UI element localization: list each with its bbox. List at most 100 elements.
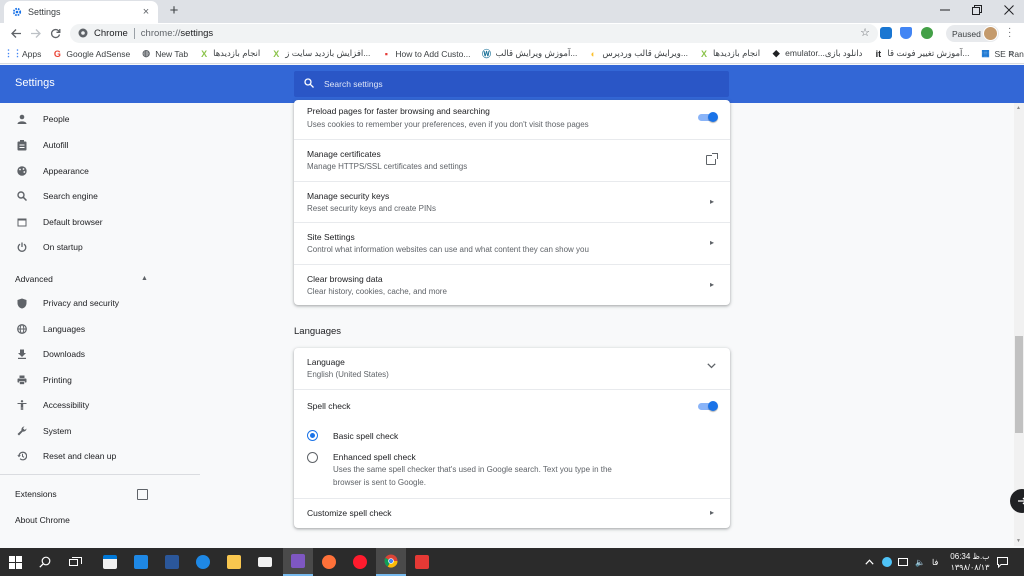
app-p-icon[interactable] — [407, 548, 437, 576]
chrome-taskbar-icon[interactable] — [376, 548, 406, 576]
network-icon[interactable] — [898, 548, 908, 576]
shield-extension-icon[interactable] — [900, 27, 912, 39]
reload-icon[interactable] — [47, 25, 63, 41]
enhanced-description-line2: browser is sent to Google. — [333, 478, 426, 487]
bookmark-item[interactable]: ◆ emulator...دانلود بازی — [771, 48, 863, 59]
back-arrow-icon[interactable] — [8, 25, 24, 41]
new-tab-button[interactable]: + — [165, 2, 183, 20]
language-row[interactable]: Language English (United States) — [294, 348, 730, 389]
preload-pages-row[interactable]: Preload pages for faster browsing and se… — [294, 100, 730, 139]
scroll-up-arrow-icon[interactable]: ▲ — [1016, 105, 1021, 111]
bookmark-item[interactable]: ▪ How to Add Custo... — [381, 49, 471, 59]
open-in-new-icon[interactable] — [137, 489, 148, 500]
bookmark-item[interactable]: G Google AdSense — [52, 49, 130, 59]
more-menu-icon[interactable]: · · · — [1008, 24, 1011, 42]
sidebar-item-languages[interactable]: Languages — [16, 321, 85, 337]
taskbar-search-icon[interactable] — [30, 548, 60, 576]
task-view-icon[interactable] — [60, 548, 90, 576]
bookmark-item[interactable]: ◐ ویرایش قالب وردپرس... — [588, 48, 688, 59]
clear-browsing-data-row[interactable]: Clear browsing data Clear history, cooki… — [294, 264, 730, 305]
chevron-up-icon[interactable]: ▲ — [141, 275, 148, 282]
bookmark-item[interactable]: ▦SE Ranking — [981, 48, 1024, 59]
sidebar-item-search-engine[interactable]: Search engine — [16, 188, 98, 204]
scroll-down-arrow-icon[interactable]: ▼ — [1016, 538, 1021, 544]
manage-security-keys-row[interactable]: Manage security keys Reset security keys… — [294, 181, 730, 222]
firefox-icon[interactable] — [314, 548, 344, 576]
forward-arrow-icon[interactable] — [27, 25, 43, 41]
bookmark-label: افزایش بازدید سایت ز... — [285, 48, 371, 58]
close-icon[interactable]: × — [140, 6, 152, 18]
close-window-button[interactable] — [994, 0, 1024, 20]
address-bar[interactable]: Chrome chrome://settings ☆ — [70, 24, 878, 43]
profile-paused-button[interactable]: Paused — [946, 25, 999, 42]
sidebar-item-default-browser[interactable]: Default browser — [16, 214, 103, 230]
store-icon[interactable] — [95, 548, 125, 576]
sidebar-item-autofill[interactable]: Autofill — [16, 137, 69, 153]
sidebar-item-people[interactable]: People — [16, 111, 69, 127]
minimize-button[interactable] — [930, 0, 960, 20]
open-in-new-icon[interactable] — [706, 153, 718, 165]
manage-certificates-row[interactable]: Manage certificates Manage HTTPS/SSL cer… — [294, 139, 730, 181]
sidebar-item-appearance[interactable]: Appearance — [16, 163, 89, 179]
sidebar-item-accessibility[interactable]: Accessibility — [16, 397, 89, 413]
spell-check-row[interactable]: Spell check — [294, 389, 730, 419]
visual-studio-icon[interactable] — [283, 548, 313, 576]
volume-icon[interactable]: 🔈 — [915, 548, 925, 576]
bookmark-item[interactable]: X انجام بازدیدها — [199, 48, 260, 59]
search-box[interactable] — [294, 71, 729, 97]
opera-icon[interactable] — [345, 548, 375, 576]
sidebar-item-about[interactable]: About Chrome — [15, 515, 70, 525]
advanced-section-toggle[interactable]: Advanced — [15, 274, 53, 284]
sidebar-item-downloads[interactable]: Downloads — [16, 346, 85, 362]
extension-icon-1[interactable] — [880, 27, 892, 39]
basic-spell-check-radio[interactable] — [307, 430, 318, 441]
page-scrollbar[interactable]: ▲ ▼ — [1014, 103, 1024, 546]
mail-icon[interactable] — [250, 548, 280, 576]
bookmark-label: آموزش تغییر فونت قا... — [887, 48, 970, 58]
bookmark-item[interactable]: Ⓦ آموزش ویرایش قالب... — [481, 48, 577, 59]
restore-button[interactable] — [962, 0, 992, 20]
edge-icon[interactable] — [188, 548, 218, 576]
sidebar-item-privacy[interactable]: Privacy and security — [16, 295, 119, 311]
search-input[interactable] — [324, 79, 704, 89]
tray-chevron-icon[interactable] — [865, 548, 874, 576]
preload-toggle[interactable] — [696, 112, 718, 122]
chevron-right-icon[interactable]: ▸ — [710, 508, 714, 517]
chevron-right-icon[interactable]: ▸ — [710, 238, 714, 247]
scroll-thumb[interactable] — [1015, 336, 1023, 433]
enhanced-spell-check-radio[interactable] — [307, 452, 318, 463]
chevron-down-icon[interactable] — [707, 362, 716, 371]
taskbar-clock[interactable]: 06:34 ب.ظ ۱۳۹۸/۰۸/۱۳ — [950, 551, 990, 573]
chevron-right-icon[interactable]: ▸ — [710, 197, 714, 206]
floating-action-button[interactable] — [1010, 489, 1024, 513]
bookmark-item[interactable]: X انجام بازدیدها — [699, 48, 760, 59]
sidebar-item-on-startup[interactable]: On startup — [16, 239, 83, 255]
chevron-right-icon[interactable]: ▸ — [710, 280, 714, 289]
bookmark-item[interactable]: ◍ New Tab — [141, 48, 188, 59]
sidebar-item-reset[interactable]: Reset and clean up — [16, 448, 116, 464]
site-settings-row[interactable]: Site Settings Control what information w… — [294, 222, 730, 264]
spell-check-toggle[interactable] — [696, 401, 718, 411]
windows-start-icon[interactable] — [0, 548, 30, 576]
customize-spell-check-label: Customize spell check — [307, 508, 392, 518]
sidebar-item-printing[interactable]: Printing — [16, 372, 72, 388]
tab-settings[interactable]: Settings × — [4, 1, 158, 23]
extension-icon-3[interactable] — [921, 27, 933, 39]
app-icon[interactable] — [126, 548, 156, 576]
file-explorer-icon[interactable] — [219, 548, 249, 576]
star-icon[interactable]: ☆ — [860, 26, 870, 39]
notification-icon[interactable] — [997, 548, 1008, 576]
sidebar-item-extensions[interactable]: Extensions — [15, 489, 57, 499]
bookmarks-overflow-icon[interactable]: » — [1009, 48, 1014, 58]
palette-icon — [16, 166, 27, 177]
enhanced-spell-check-label[interactable]: Enhanced spell check — [333, 452, 416, 462]
word-icon[interactable] — [157, 548, 187, 576]
bookmark-item[interactable]: it آموزش تغییر فونت قا... — [873, 48, 970, 59]
customize-spell-check-row[interactable]: Customize spell check ▸ — [294, 498, 730, 528]
sidebar-item-system[interactable]: System — [16, 423, 71, 439]
tray-app-icon[interactable] — [882, 548, 892, 576]
input-language[interactable]: فا — [932, 548, 938, 576]
bookmark-item[interactable]: ⋮⋮ Apps — [4, 48, 41, 59]
basic-spell-check-label[interactable]: Basic spell check — [333, 431, 398, 441]
bookmark-item[interactable]: X افزایش بازدید سایت ز... — [271, 48, 370, 59]
